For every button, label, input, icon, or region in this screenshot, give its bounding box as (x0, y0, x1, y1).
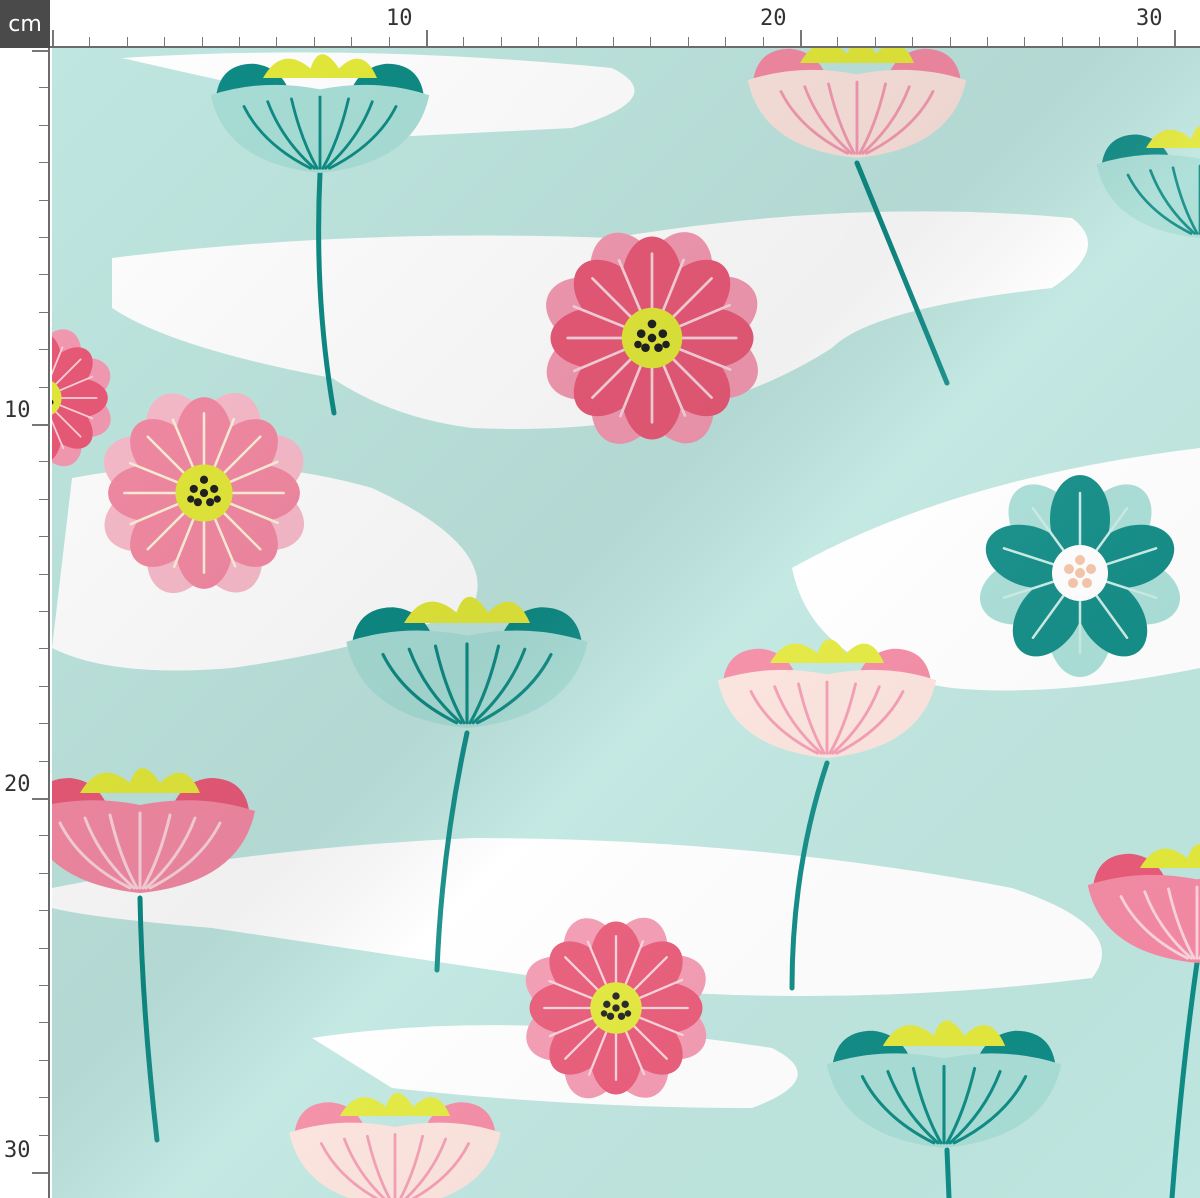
ruler-tick (949, 37, 951, 46)
ruler-tick (1024, 37, 1026, 46)
ruler-tick (164, 37, 166, 46)
ruler-tick (276, 37, 278, 46)
left-ruler-label: 10 (4, 398, 31, 423)
ruler-tick (313, 37, 315, 46)
ruler-tick (39, 573, 48, 575)
ruler-tick (39, 723, 48, 725)
ruler-tick (1061, 37, 1063, 46)
top-ruler: 10 20 30 (50, 0, 1200, 48)
ruler-tick (39, 611, 48, 612)
ruler-tick (39, 274, 48, 276)
ruler-tick (52, 30, 54, 46)
ruler-tick (39, 648, 48, 650)
ruler-tick (39, 1134, 48, 1136)
ruler-tick (39, 685, 48, 687)
ruler-tick (201, 37, 203, 46)
ruler-tick (762, 37, 764, 46)
ruler-tick (912, 37, 914, 46)
ruler-tick (388, 37, 390, 46)
ruler-tick (650, 37, 652, 46)
ruler-tick (987, 37, 988, 46)
ruler-tick (39, 872, 48, 874)
ruler-tick (687, 37, 689, 46)
ruler-tick (800, 30, 802, 46)
ruler-tick (575, 37, 577, 46)
ruler-tick (32, 798, 48, 800)
ruler-tick (39, 1059, 48, 1061)
ruler-tick (39, 985, 48, 986)
ruler-tick (39, 536, 48, 538)
ruler-tick (837, 37, 839, 46)
ruler-tick (426, 30, 428, 46)
ruler-tick (39, 498, 48, 500)
ruler-tick (725, 37, 727, 46)
ruler-tick (239, 37, 240, 46)
ruler-tick (32, 424, 48, 426)
ruler-tick (126, 37, 128, 46)
ruler-tick (1174, 30, 1176, 46)
ruler-tick (351, 37, 353, 46)
ruler-tick (874, 37, 876, 46)
top-ruler-label: 20 (760, 6, 787, 31)
ruler-tick (39, 162, 48, 164)
ruler-tick (32, 1172, 48, 1174)
ruler-tick (39, 87, 48, 89)
floral-fabric-print (52, 48, 1200, 1198)
ruler-tick (463, 37, 465, 46)
ruler-tick (39, 349, 48, 351)
top-ruler-label: 10 (386, 6, 413, 31)
ruler-tick (39, 199, 48, 201)
ruler-tick (39, 1022, 48, 1024)
ruler-tick (538, 37, 540, 46)
unit-badge: cm (0, 0, 50, 48)
fabric-fold-shading (52, 48, 1200, 1198)
ruler-tick (1099, 37, 1101, 46)
ruler-tick (39, 947, 48, 949)
left-ruler-label: 20 (4, 772, 31, 797)
ruler-tick (39, 910, 48, 912)
ruler-tick (39, 124, 48, 126)
ruler-tick (500, 37, 502, 46)
top-ruler-label: 30 (1136, 6, 1163, 31)
left-ruler: 10 20 30 (0, 48, 50, 1198)
ruler-tick (39, 760, 48, 762)
ruler-tick (39, 835, 48, 837)
ruler-tick (39, 461, 48, 463)
ruler-tick (39, 1097, 48, 1099)
ruler-tick (39, 311, 48, 313)
ruler-tick (39, 237, 48, 238)
ruler-tick (32, 50, 48, 52)
ruler-tick (89, 37, 91, 46)
left-ruler-label: 30 (4, 1138, 31, 1163)
ruler-tick (1136, 37, 1138, 46)
ruler-tick (39, 386, 48, 388)
ruler-tick (613, 37, 614, 46)
